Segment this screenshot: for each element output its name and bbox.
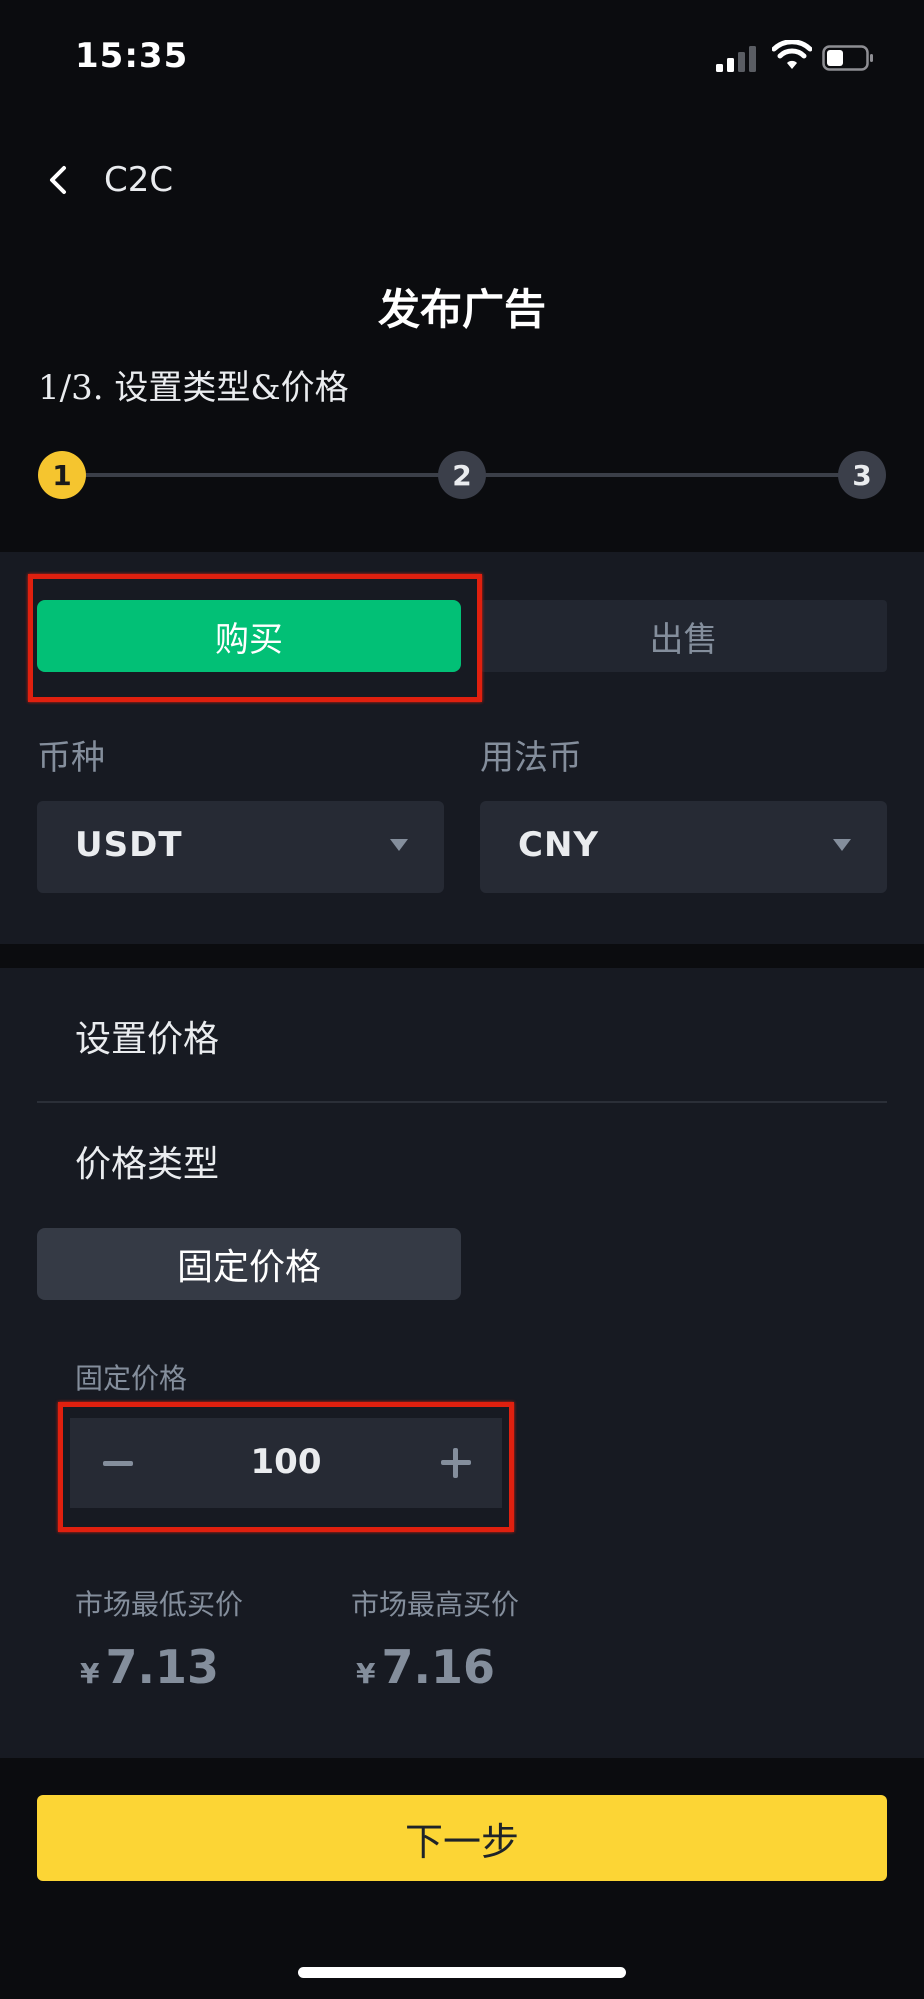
step-connector [62, 473, 462, 477]
annotation-box-buy [28, 574, 482, 702]
currency-symbol: ¥ [80, 1657, 100, 1690]
step-2-indicator: 2 [438, 451, 486, 499]
step-title: 1/3. 设置类型&价格 [38, 368, 349, 408]
battery-icon [822, 45, 873, 71]
wifi-icon [772, 40, 812, 69]
fiat-value: CNY [518, 825, 600, 865]
market-low-label: 市场最低买价 [75, 1588, 244, 1621]
page-title: 发布广告 [377, 285, 546, 334]
step-connector [462, 473, 862, 477]
dropdown-caret-icon [833, 839, 851, 851]
divider [37, 1101, 887, 1103]
home-indicator[interactable] [298, 1967, 626, 1978]
annotation-box-price [58, 1402, 514, 1532]
crypto-select[interactable]: USDT [37, 801, 444, 893]
cellular-signal-icon [716, 46, 756, 72]
market-high-label: 市场最高买价 [351, 1588, 520, 1621]
dropdown-caret-icon [390, 839, 408, 851]
market-low-value: 7.13 [105, 1640, 219, 1694]
price-section-title: 设置价格 [75, 1019, 220, 1060]
next-step-button[interactable]: 下一步 [37, 1795, 887, 1881]
status-time: 15:35 [75, 36, 189, 76]
market-high-price: ¥7.16 [356, 1640, 495, 1694]
step-1-indicator: 1 [38, 451, 86, 499]
price-type-label: 价格类型 [75, 1144, 220, 1185]
currency-symbol: ¥ [356, 1657, 376, 1690]
back-arrow-icon[interactable] [44, 160, 74, 200]
sell-tab[interactable]: 出售 [480, 600, 887, 672]
market-low-price: ¥7.13 [80, 1640, 219, 1694]
step-3-indicator: 3 [838, 451, 886, 499]
fiat-label: 用法币 [480, 738, 582, 778]
crypto-label: 币种 [37, 738, 105, 778]
nav-back-label[interactable]: C2C [104, 160, 173, 200]
fixed-price-button[interactable]: 固定价格 [37, 1228, 461, 1300]
price-input-label: 固定价格 [75, 1362, 188, 1395]
crypto-value: USDT [75, 825, 183, 865]
fiat-select[interactable]: CNY [480, 801, 887, 893]
market-high-value: 7.16 [381, 1640, 495, 1694]
